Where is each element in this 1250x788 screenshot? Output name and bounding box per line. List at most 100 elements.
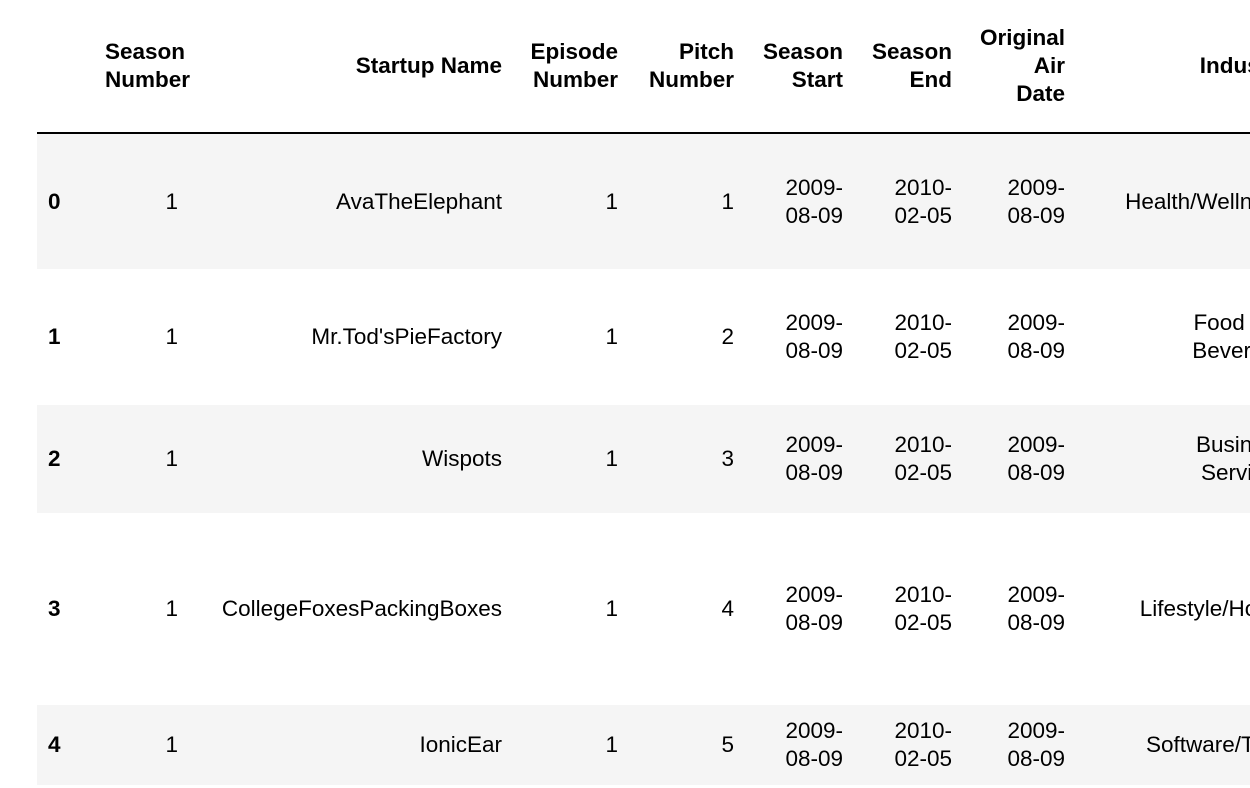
industry-cell: Food an Beverag <box>1076 269 1250 405</box>
cell-text-line: Lifestyle/Hom <box>1139 596 1250 621</box>
pitch-number-cell: 2 <box>721 324 734 349</box>
season-number-cell: 1 <box>165 596 178 621</box>
header-label-line: Number <box>532 67 618 92</box>
cell-text-line: 2009- <box>785 174 843 200</box>
pitch-number-cell: 3 <box>721 446 734 471</box>
header-row: Season Number Startup Name Episode Number Pit… <box>37 0 1250 134</box>
header-label-line: Number <box>105 67 191 92</box>
header-label-line: Pitch <box>678 39 734 64</box>
startup-name-cell: Wispots <box>421 446 502 471</box>
episode-number-header: Episode Number <box>513 0 629 134</box>
season-end-cell: 2010- 02-05 <box>854 705 963 785</box>
cell-text-line: 2009- <box>785 582 843 607</box>
cell-text-line: 2009- <box>785 310 843 335</box>
season-end-header: Season End <box>854 0 963 134</box>
row-index: 4 <box>48 732 61 757</box>
season-start-cell: 2009- 08-09 <box>745 133 854 269</box>
cell-text-line: 08-09 <box>785 202 843 228</box>
cell-text-line: 02-05 <box>894 202 952 228</box>
cell-text-line: Software/Tec <box>1145 732 1250 757</box>
startup-name-header: Startup Name <box>189 0 513 134</box>
pitch-number-cell: 4 <box>721 596 734 621</box>
cell-text-line: 2009- <box>1007 432 1065 457</box>
row-index: 2 <box>48 446 61 471</box>
header-label-line: Start <box>791 67 843 92</box>
cell-text-line: 2010- <box>894 718 952 743</box>
table-row: 4 1 IonicEar 1 5 2009- 08-09 2010- 02-05 2009- 08-… <box>37 705 1250 785</box>
industry-cell: Health/Wellnes <box>1076 133 1250 269</box>
season-start-header: Season Start <box>745 0 854 134</box>
cell-text-line: Beverag <box>1192 338 1250 363</box>
season-number-cell: 1 <box>165 188 178 214</box>
header-label-line: Date <box>1016 81 1065 106</box>
cell-text-line: 08-09 <box>785 338 843 363</box>
season-end-cell: 2010- 02-05 <box>854 513 963 705</box>
episode-number-cell: 1 <box>605 732 618 757</box>
table-body: 0 1 AvaTheElephant 1 1 2009- 08-09 2010- 02-05 20… <box>37 133 1250 785</box>
row-index: 0 <box>48 188 61 214</box>
season-end-cell: 2010- 02-05 <box>854 269 963 405</box>
season-number-header: Season Number <box>105 0 191 134</box>
cell-text-line: 2010- <box>894 174 952 200</box>
cell-text-line: 08-09 <box>1007 610 1065 635</box>
row-index: 3 <box>48 596 61 621</box>
cell-text-line: 2009- <box>1007 718 1065 743</box>
table-row: 0 1 AvaTheElephant 1 1 2009- 08-09 2010- 02-05 20… <box>37 133 1250 269</box>
cell-text-line: Busines <box>1195 432 1250 457</box>
episode-number-cell: 1 <box>605 446 618 471</box>
original-air-date-cell: 2009- 08-09 <box>963 133 1076 269</box>
cell-text-line: 2009- <box>1007 582 1065 607</box>
episode-number-cell: 1 <box>605 596 618 621</box>
pitch-number-cell: 5 <box>721 732 734 757</box>
season-start-cell: 2009- 08-09 <box>745 269 854 405</box>
original-air-date-header: Original Air Date <box>963 0 1076 134</box>
original-air-date-cell: 2009- 08-09 <box>963 513 1076 705</box>
startup-name-cell: Mr.Tod'sPieFactory <box>311 324 502 349</box>
startup-name-cell: IonicEar <box>419 732 502 757</box>
cell-text-line: 08-09 <box>785 746 843 771</box>
season-number-cell: 1 <box>165 732 178 757</box>
industry-cell: Software/Tec <box>1076 705 1250 785</box>
cell-text-line: 08-09 <box>1007 460 1065 485</box>
industry-header: Industr <box>1076 0 1250 134</box>
cell-text-line: 02-05 <box>894 610 952 635</box>
original-air-date-cell: 2009- 08-09 <box>963 705 1076 785</box>
header-label-line: Season <box>871 39 952 64</box>
season-start-cell: 2009- 08-09 <box>745 513 854 705</box>
row-index: 1 <box>48 324 61 349</box>
pitch-number-cell: 1 <box>721 188 734 214</box>
cell-text-line: Health/Wellnes <box>1125 188 1250 214</box>
index-header <box>37 0 105 134</box>
cell-text-line: 08-09 <box>1007 746 1065 771</box>
cell-text-line: 2010- <box>894 310 952 335</box>
startup-name-cell: CollegeFoxesPackingBoxes <box>221 596 502 621</box>
industry-cell: Lifestyle/Hom <box>1076 513 1250 705</box>
cell-text-line: 2010- <box>894 432 952 457</box>
cell-text-line: 08-09 <box>1007 338 1065 363</box>
table-header: Season Number Startup Name Episode Number Pit… <box>37 0 1250 134</box>
season-end-cell: 2010- 02-05 <box>854 133 963 269</box>
cell-text-line: 02-05 <box>894 746 952 771</box>
dataframe-table: Season Number Startup Name Episode Number Pit… <box>37 0 1250 785</box>
season-number-cell: 1 <box>165 324 178 349</box>
season-number-cell: 1 <box>165 446 178 471</box>
header-label-line: Startup Name <box>355 53 502 78</box>
table-row: 2 1 Wispots 1 3 2009- 08-09 2010- 02-05 2009- 08-0… <box>37 405 1250 513</box>
industry-cell: Busines Service <box>1076 405 1250 513</box>
cell-text-line: 02-05 <box>894 338 952 363</box>
original-air-date-cell: 2009- 08-09 <box>963 269 1076 405</box>
cell-text-line: 2009- <box>785 718 843 743</box>
startup-name-cell: AvaTheElephant <box>336 188 502 214</box>
header-label-line: Industr <box>1199 53 1250 78</box>
episode-number-cell: 1 <box>605 324 618 349</box>
cell-text-line: 08-09 <box>1007 202 1065 228</box>
header-label-line: Season <box>762 39 843 64</box>
cell-text-line: 02-05 <box>894 460 952 485</box>
cell-text-line: 2009- <box>785 432 843 457</box>
table-row: 3 1 CollegeFoxesPackingBoxes 1 4 2009- 08-09 20… <box>37 513 1250 705</box>
header-label-line: Episode <box>530 39 618 64</box>
season-end-cell: 2010- 02-05 <box>854 405 963 513</box>
cell-text-line: 08-09 <box>785 610 843 635</box>
header-label-line: Number <box>648 67 734 92</box>
cell-text-line: Food an <box>1193 310 1250 335</box>
